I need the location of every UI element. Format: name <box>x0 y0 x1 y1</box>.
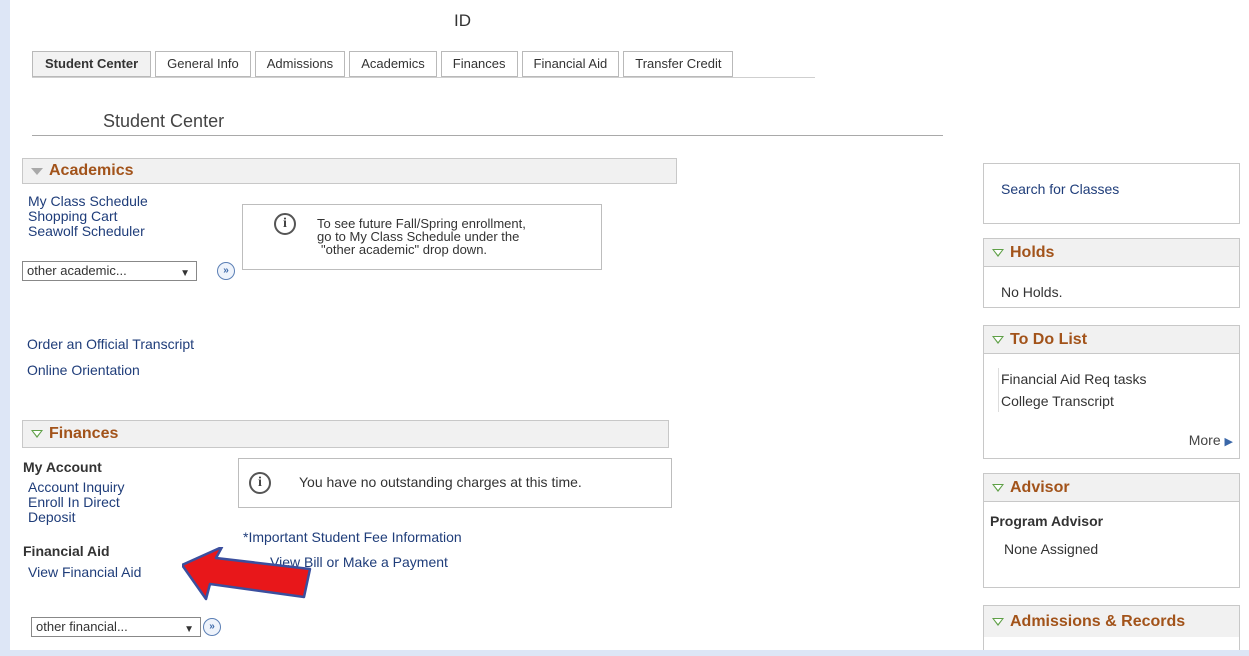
chevron-down-icon: ▼ <box>180 268 190 279</box>
id-label: ID <box>454 11 471 30</box>
other-academic-select[interactable]: other academic... ▼ <box>22 261 197 281</box>
tab-transfer-credit[interactable]: Transfer Credit <box>623 51 734 77</box>
academics-section-header[interactable]: Academics <box>22 158 677 184</box>
todo-box: To Do List Financial Aid Req tasks Colle… <box>983 325 1240 459</box>
academics-links: My Class Schedule Shopping Cart Seawolf … <box>28 194 148 239</box>
advisor-value: None Assigned <box>1004 541 1099 557</box>
todo-header[interactable]: To Do List <box>984 326 1239 354</box>
student-fee-info-link[interactable]: *Important Student Fee Information <box>243 529 462 545</box>
red-arrow-annotation-icon <box>182 547 312 601</box>
academics-message-box: i To see future Fall/Spring enrollment, … <box>242 204 602 270</box>
academics-message-line-3: "other academic" drop down. <box>321 242 488 257</box>
chevron-down-icon: ▼ <box>184 624 194 635</box>
collapse-triangle-icon[interactable] <box>31 167 43 175</box>
financial-go-button[interactable]: » <box>203 618 221 636</box>
academics-section-title: Academics <box>49 162 134 179</box>
order-transcript-link[interactable]: Order an Official Transcript <box>27 336 194 352</box>
tab-finances[interactable]: Finances <box>440 51 518 77</box>
enroll-direct-deposit-link[interactable]: Enroll In Direct <box>28 495 125 510</box>
online-orientation-link[interactable]: Online Orientation <box>27 362 140 378</box>
finances-message-box: i You have no outstanding charges at thi… <box>238 458 672 508</box>
account-links: Account Inquiry Enroll In Direct Deposit <box>28 480 125 525</box>
tab-financial-aid[interactable]: Financial Aid <box>521 51 620 77</box>
financial-aid-label: Financial Aid <box>23 543 110 559</box>
todo-item[interactable]: College Transcript <box>1001 390 1147 412</box>
todo-title: To Do List <box>1010 330 1088 348</box>
collapse-triangle-icon[interactable] <box>31 430 43 438</box>
student-center-page: ID Student Center General Info Admission… <box>10 0 1249 650</box>
my-account-label: My Account <box>23 459 102 475</box>
holds-title: Holds <box>1010 243 1055 261</box>
play-arrow-icon: ▶ <box>1224 436 1233 448</box>
collapse-triangle-icon[interactable] <box>992 483 1004 492</box>
search-for-classes-link[interactable]: Search for Classes <box>1001 181 1119 197</box>
other-financial-select-value: other financial... <box>36 619 128 634</box>
deposit-link[interactable]: Deposit <box>28 510 125 525</box>
finances-section-header[interactable]: Finances <box>22 420 669 448</box>
admissions-records-title: Admissions & Records <box>1010 612 1186 630</box>
view-financial-aid-link[interactable]: View Financial Aid <box>28 564 141 580</box>
tabs-divider <box>32 77 815 78</box>
red-arrow-shape <box>182 547 312 601</box>
tab-admissions[interactable]: Admissions <box>254 51 346 77</box>
info-icon: i <box>274 213 296 235</box>
todo-more-label: More <box>1188 432 1221 448</box>
info-icon: i <box>249 472 271 494</box>
todo-list: Financial Aid Req tasks College Transcri… <box>998 368 1147 412</box>
other-financial-select[interactable]: other financial... ▼ <box>31 617 201 637</box>
shopping-cart-link[interactable]: Shopping Cart <box>28 209 148 224</box>
page-title: Student Center <box>103 111 225 131</box>
academic-go-button[interactable]: » <box>217 262 235 280</box>
tab-general-info[interactable]: General Info <box>155 51 251 77</box>
tab-academics[interactable]: Academics <box>349 51 437 77</box>
todo-item[interactable]: Financial Aid Req tasks <box>1001 368 1147 390</box>
tab-student-center[interactable]: Student Center <box>32 51 152 77</box>
advisor-box: Advisor Program Advisor None Assigned <box>983 473 1240 588</box>
other-academic-select-value: other academic... <box>27 263 127 278</box>
finances-section-title: Finances <box>49 425 119 442</box>
account-inquiry-link[interactable]: Account Inquiry <box>28 480 125 495</box>
search-classes-box: Search for Classes <box>983 163 1240 224</box>
collapse-triangle-icon[interactable] <box>992 617 1004 626</box>
holds-box: Holds No Holds. <box>983 238 1240 308</box>
admissions-records-header[interactable]: Admissions & Records <box>984 606 1239 637</box>
collapse-triangle-icon[interactable] <box>992 248 1004 257</box>
finances-message-text: You have no outstanding charges at this … <box>299 474 582 490</box>
advisor-title: Advisor <box>1010 478 1070 496</box>
seawolf-scheduler-link[interactable]: Seawolf Scheduler <box>28 224 148 239</box>
my-class-schedule-link[interactable]: My Class Schedule <box>28 194 148 209</box>
tab-bar: Student Center General Info Admissions A… <box>32 51 737 77</box>
advisor-header[interactable]: Advisor <box>984 474 1239 502</box>
holds-header[interactable]: Holds <box>984 239 1239 267</box>
collapse-triangle-icon[interactable] <box>992 335 1004 344</box>
holds-text: No Holds. <box>1001 284 1063 300</box>
admissions-records-box: Admissions & Records <box>983 605 1240 650</box>
academics-message-text: To see future Fall/Spring enrollment, go… <box>317 217 526 256</box>
program-advisor-label: Program Advisor <box>990 513 1104 529</box>
todo-more-link[interactable]: More ▶ <box>1189 432 1233 448</box>
title-divider <box>32 135 943 136</box>
